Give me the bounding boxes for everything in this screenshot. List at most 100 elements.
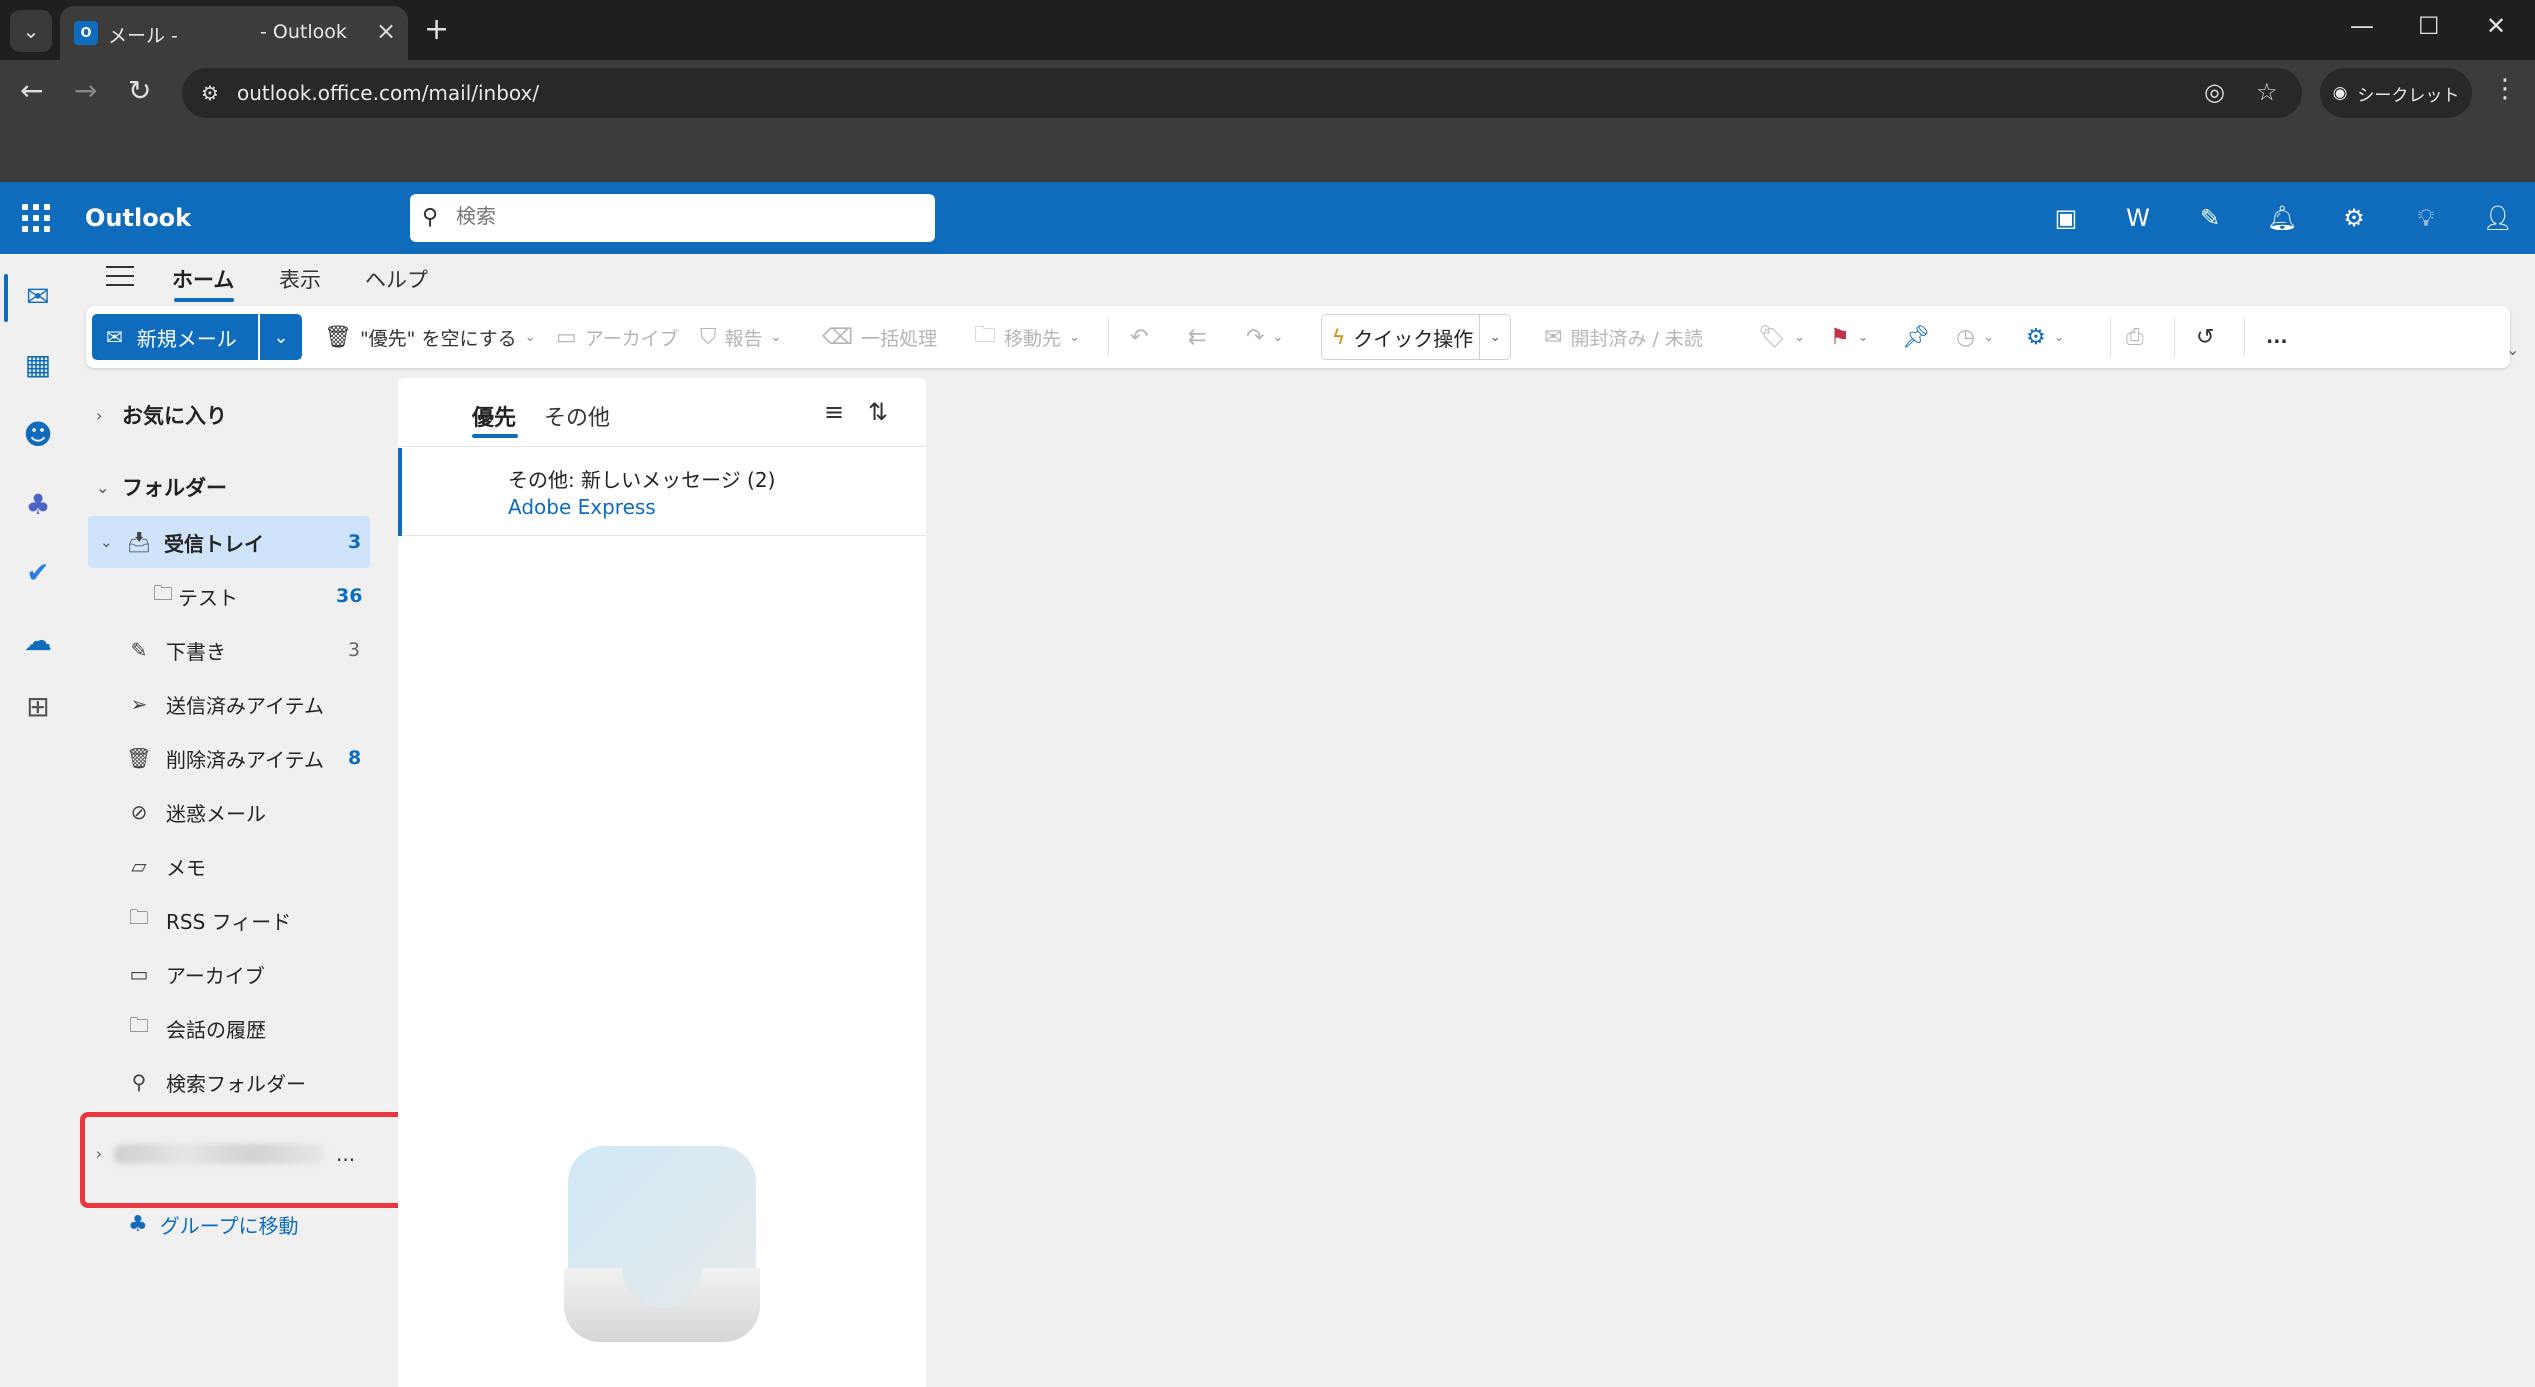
more-options-label: ... <box>2266 326 2288 348</box>
folder-inbox[interactable]: ⌄ 📥︎ 受信トレイ 3 <box>88 516 370 568</box>
back-arrow-icon[interactable]: ← <box>20 74 43 107</box>
pencil-icon: ✎ <box>130 638 148 662</box>
more-apps-icon[interactable]: ⊞ <box>18 686 58 726</box>
settings-gear-icon[interactable]: ⚙ <box>2338 202 2370 234</box>
report-button[interactable]: ⛉ 報告 ⌄ <box>700 318 781 356</box>
send-icon: ➢ <box>130 692 148 716</box>
todo-app-icon[interactable]: ✔ <box>18 552 58 592</box>
meet-now-icon[interactable]: ▣ <box>2050 202 2082 234</box>
unread-count: 3 <box>348 531 362 553</box>
incognito-badge[interactable]: ◉ シークレット <box>2320 68 2472 118</box>
pin-button[interactable]: 📌︎ <box>1902 318 1930 356</box>
groups-icon: ♣ <box>128 1212 148 1237</box>
folder-name: RSS フィード <box>166 909 292 934</box>
ribbon-separator <box>1108 318 1109 356</box>
site-info-icon[interactable]: ⚙ <box>196 79 224 107</box>
go-to-groups-label: グループに移動 <box>159 1214 299 1238</box>
trash-icon: 🗑︎ <box>126 746 152 770</box>
reply-all-button[interactable]: ⇇ <box>1188 318 1206 356</box>
new-tab-button[interactable]: + <box>424 12 449 47</box>
folder-drafts[interactable]: ✎ 下書き 3 <box>88 624 448 676</box>
undo-icon: ↺ <box>2196 324 2215 350</box>
favorites-header[interactable]: › お気に入り <box>96 400 227 430</box>
folder-name: アーカイブ <box>166 963 265 988</box>
flag-icon: ⚑ <box>1830 324 1850 350</box>
sweep-button[interactable]: ⌫ 一括処理 <box>822 318 937 356</box>
word-icon[interactable]: W <box>2122 202 2154 234</box>
tab-help[interactable]: ヘルプ <box>365 264 428 294</box>
quick-steps-dropdown-icon[interactable]: ⌄ <box>1480 330 1510 345</box>
maximize-icon[interactable]: ☐ <box>2418 12 2440 40</box>
folder-notes[interactable]: ▱ メモ <box>88 840 448 892</box>
tab-home[interactable]: ホーム <box>172 264 234 294</box>
folder-name: テスト <box>178 585 238 610</box>
hamburger-menu-icon[interactable] <box>106 264 134 288</box>
eye-off-icon[interactable]: ◎ <box>2204 78 2225 106</box>
folder-sent[interactable]: ➢ 送信済みアイテム <box>88 678 448 730</box>
reload-icon[interactable]: ↻ <box>128 74 151 107</box>
tab-search-button[interactable]: ⌄ <box>10 10 52 52</box>
empty-focused-button[interactable]: 🗑︎ "優先" を空にする ⌄ <box>324 318 536 356</box>
undo-button[interactable]: ↺ <box>2196 318 2214 356</box>
tab-focused[interactable]: 優先 <box>472 400 516 432</box>
browser-tabstrip: ⌄ O メール - - Outlook × + — ☐ ✕ <box>0 0 2535 60</box>
search-box[interactable]: ⚲ <box>410 194 935 242</box>
my-day-icon[interactable]: ✎ <box>2194 202 2226 234</box>
rules-button[interactable]: ⚙ ⌄ <box>2026 318 2065 356</box>
window-close-icon[interactable]: ✕ <box>2486 12 2506 40</box>
folder-junk[interactable]: ⊘ 迷惑メール <box>88 786 448 838</box>
bookmark-star-icon[interactable]: ☆ <box>2256 78 2278 106</box>
tips-lightbulb-icon[interactable]: 💡︎ <box>2410 202 2442 234</box>
filter-icon[interactable]: ≡ <box>824 398 844 426</box>
folder-search-folders[interactable]: ⚲ 検索フォルダー <box>88 1056 448 1108</box>
minimize-icon[interactable]: — <box>2350 12 2374 40</box>
mail-app-icon[interactable]: ✉ <box>18 276 58 316</box>
move-to-button[interactable]: 🗀︎ 移動先 ⌄ <box>974 318 1080 356</box>
ribbon-separator <box>2110 318 2111 356</box>
archive-button[interactable]: ▭ アーカイブ <box>556 318 679 356</box>
new-mail-button[interactable]: ✉ 新規メール <box>92 314 258 360</box>
calendar-app-icon[interactable]: ▦ <box>18 344 58 384</box>
folder-archive[interactable]: ▭ アーカイブ <box>88 948 448 1000</box>
browser-tab-outlook[interactable]: O メール - - Outlook × <box>60 6 408 60</box>
ribbon-collapse-icon[interactable]: ⌄ <box>2506 340 2519 359</box>
tab-close-icon[interactable]: × <box>376 17 396 45</box>
read-unread-button[interactable]: ✉ 開封済み / 未読 <box>1544 318 1703 356</box>
folder-rss[interactable]: 🗀︎ RSS フィード <box>88 894 448 946</box>
forward-arrow-icon[interactable]: → <box>74 74 97 107</box>
folder-conversation-history[interactable]: 🗀︎ 会話の履歴 <box>88 1002 448 1054</box>
folder-test[interactable]: 🗀︎ テスト 36 <box>88 570 448 622</box>
app-launcher-icon[interactable] <box>22 204 50 232</box>
folders-header[interactable]: ⌄ フォルダー <box>96 472 227 502</box>
incognito-label: シークレット <box>2357 85 2460 106</box>
new-mail-dropdown-icon[interactable]: ⌄ <box>260 314 302 360</box>
tab-view[interactable]: 表示 <box>279 264 321 294</box>
reply-button[interactable]: ↶ <box>1130 318 1148 356</box>
onedrive-app-icon[interactable]: ☁ <box>18 620 58 660</box>
folder-icon: 🗀︎ <box>153 581 173 605</box>
move-to-label: 移動先 <box>1004 327 1062 350</box>
browser-menu-icon[interactable]: ⋮ <box>2492 74 2518 104</box>
address-bar[interactable]: ⚙ outlook.office.com/mail/inbox/ ◎ ☆ <box>182 68 2302 118</box>
folder-deleted[interactable]: 🗑︎ 削除済みアイテム 8 <box>88 732 448 784</box>
categorize-button[interactable]: 🏷︎ ⌄ <box>1758 318 1805 356</box>
forward-button[interactable]: ↷ ⌄ <box>1246 318 1283 356</box>
incognito-icon: ◉ <box>2332 83 2348 103</box>
search-input[interactable] <box>456 204 916 228</box>
account-avatar-icon[interactable]: 👤︎ <box>2482 202 2514 234</box>
unread-count: 8 <box>348 747 362 769</box>
app-brand[interactable]: Outlook <box>85 204 191 232</box>
url-text[interactable]: outlook.office.com/mail/inbox/ <box>237 81 539 105</box>
people-app-icon[interactable]: ☻ <box>18 414 58 454</box>
quick-steps-button[interactable]: ϟ クイック操作 ⌄ <box>1321 314 1511 360</box>
tab-other[interactable]: その他 <box>544 400 610 432</box>
sort-icon[interactable]: ⇅ <box>868 398 888 426</box>
groups-app-icon[interactable]: ♣ <box>18 484 58 524</box>
list-item[interactable]: その他: 新しいメッセージ (2) Adobe Express <box>398 448 926 536</box>
go-to-groups-link[interactable]: ♣ グループに移動 <box>128 1210 299 1239</box>
notifications-bell-icon[interactable]: 🔔︎ <box>2266 202 2298 234</box>
snooze-button[interactable]: ◷ ⌄ <box>1956 318 1994 356</box>
more-options-button[interactable]: ... <box>2266 318 2288 356</box>
flag-button[interactable]: ⚑ ⌄ <box>1830 318 1869 356</box>
print-button[interactable]: ⎙ <box>2126 318 2144 356</box>
